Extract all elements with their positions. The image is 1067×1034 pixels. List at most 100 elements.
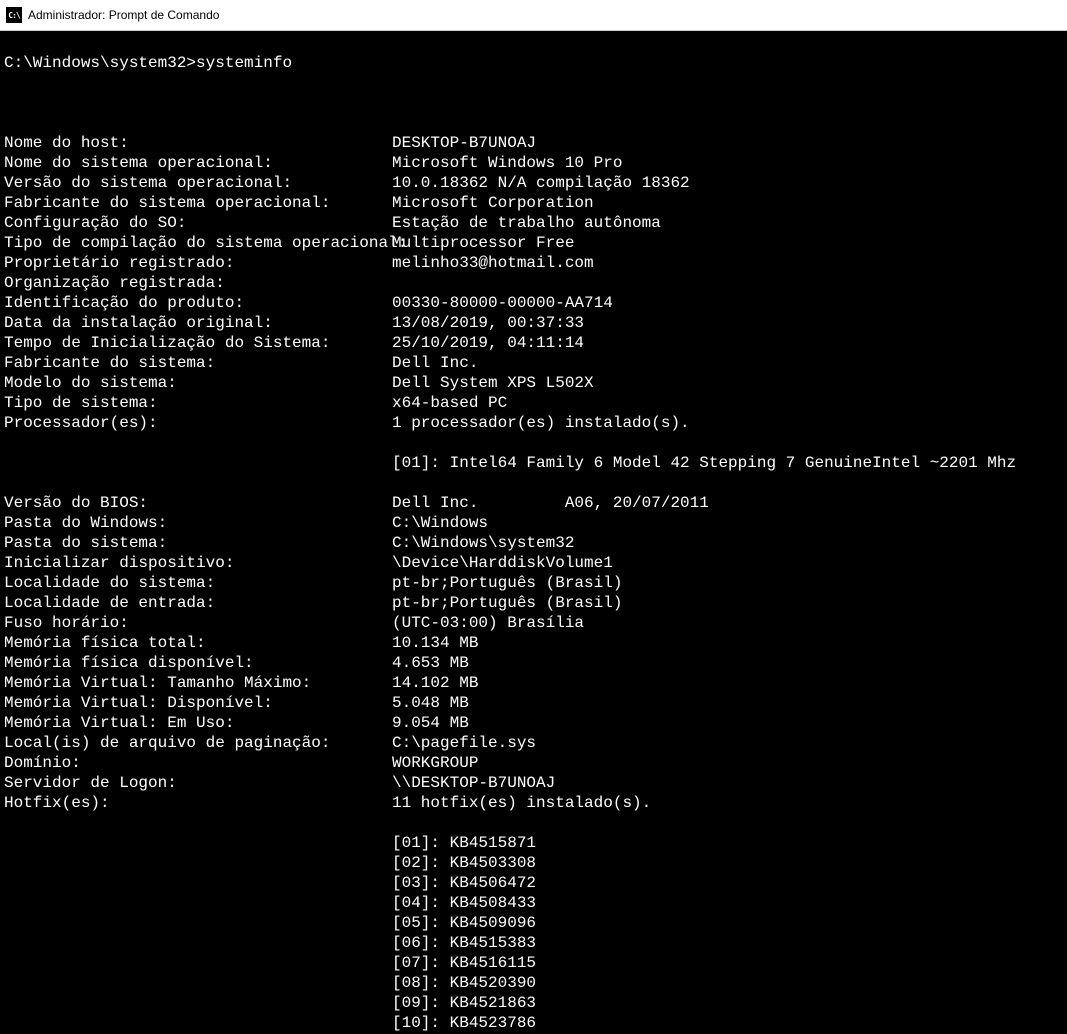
- field-row: Fuso horário:(UTC-03:00) Brasília: [4, 613, 1063, 633]
- field-label: Data da instalação original:: [4, 313, 392, 333]
- hotfix-line: [03]: KB4506472: [392, 873, 1063, 893]
- field-row: Nome do host:DESKTOP-B7UNOAJ: [4, 133, 1063, 153]
- field-value: C:\Windows\system32: [392, 533, 574, 553]
- field-row: Proprietário registrado:melinho33@hotmai…: [4, 253, 1063, 273]
- field-label: Memória Virtual: Tamanho Máximo:: [4, 673, 392, 693]
- field-value: 10.0.18362 N/A compilação 18362: [392, 173, 690, 193]
- field-label: Proprietário registrado:: [4, 253, 392, 273]
- field-row: Memória Virtual: Em Uso:9.054 MB: [4, 713, 1063, 733]
- field-value: 11 hotfix(es) instalado(s).: [392, 793, 651, 813]
- field-value: 4.653 MB: [392, 653, 469, 673]
- field-row: Localidade do sistema:pt-br;Português (B…: [4, 573, 1063, 593]
- field-value: Microsoft Corporation: [392, 193, 594, 213]
- hotfix-line: [02]: KB4503308: [392, 853, 1063, 873]
- field-row: Versão do BIOS:Dell Inc. A06, 20/07/2011: [4, 493, 1063, 513]
- field-label: Hotfix(es):: [4, 793, 392, 813]
- field-value: \\DESKTOP-B7UNOAJ: [392, 773, 555, 793]
- field-value: Microsoft Windows 10 Pro: [392, 153, 622, 173]
- field-value: 13/08/2019, 00:37:33: [392, 313, 584, 333]
- field-row: Inicializar dispositivo:\Device\Harddisk…: [4, 553, 1063, 573]
- processor-detail: [01]: Intel64 Family 6 Model 42 Stepping…: [392, 453, 1063, 473]
- field-value: 1 processador(es) instalado(s).: [392, 413, 690, 433]
- hotfix-line: [01]: KB4515871: [392, 833, 1063, 853]
- field-value: 9.054 MB: [392, 713, 469, 733]
- field-value: 5.048 MB: [392, 693, 469, 713]
- field-value: pt-br;Português (Brasil): [392, 593, 622, 613]
- field-value: 10.134 MB: [392, 633, 478, 653]
- field-label: Fabricante do sistema operacional:: [4, 193, 392, 213]
- field-label: Organização registrada:: [4, 273, 392, 293]
- field-row: Nome do sistema operacional:Microsoft Wi…: [4, 153, 1063, 173]
- window-title: Administrador: Prompt de Comando: [28, 8, 219, 22]
- field-row: Data da instalação original:13/08/2019, …: [4, 313, 1063, 333]
- hotfix-line: [10]: KB4523786: [392, 1013, 1063, 1033]
- field-label: Processador(es):: [4, 413, 392, 433]
- field-row: Tempo de Inicialização do Sistema:25/10/…: [4, 333, 1063, 353]
- field-row: Organização registrada:: [4, 273, 1063, 293]
- field-label: Inicializar dispositivo:: [4, 553, 392, 573]
- field-label: Domínio:: [4, 753, 392, 773]
- field-value: 14.102 MB: [392, 673, 478, 693]
- hotfix-line: [06]: KB4515383: [392, 933, 1063, 953]
- field-value: C:\pagefile.sys: [392, 733, 536, 753]
- field-value: Dell Inc. A06, 20/07/2011: [392, 493, 709, 513]
- field-row: Memória Virtual: Tamanho Máximo:14.102 M…: [4, 673, 1063, 693]
- field-label: Versão do sistema operacional:: [4, 173, 392, 193]
- field-label: Tempo de Inicialização do Sistema:: [4, 333, 392, 353]
- field-value: C:\Windows: [392, 513, 488, 533]
- field-label: Memória física total:: [4, 633, 392, 653]
- field-label: Nome do sistema operacional:: [4, 153, 392, 173]
- field-value: x64-based PC: [392, 393, 507, 413]
- field-value: Estação de trabalho autônoma: [392, 213, 661, 233]
- field-label: Nome do host:: [4, 133, 392, 153]
- field-row: Memória física total:10.134 MB: [4, 633, 1063, 653]
- field-value: 25/10/2019, 04:11:14: [392, 333, 584, 353]
- hotfix-line: [09]: KB4521863: [392, 993, 1063, 1013]
- field-label: Memória Virtual: Disponível:: [4, 693, 392, 713]
- field-row: Hotfix(es):11 hotfix(es) instalado(s).: [4, 793, 1063, 813]
- prompt-line: C:\Windows\system32>systeminfo: [4, 53, 1063, 73]
- hotfix-line: [08]: KB4520390: [392, 973, 1063, 993]
- terminal-output[interactable]: C:\Windows\system32>systeminfo Nome do h…: [0, 31, 1067, 1034]
- field-row: Domínio:WORKGROUP: [4, 753, 1063, 773]
- field-value: WORKGROUP: [392, 753, 478, 773]
- field-label: Localidade do sistema:: [4, 573, 392, 593]
- field-value: \Device\HarddiskVolume1: [392, 553, 613, 573]
- field-value: DESKTOP-B7UNOAJ: [392, 133, 536, 153]
- cmd-icon: C:\: [6, 7, 22, 23]
- field-value: pt-br;Português (Brasil): [392, 573, 622, 593]
- field-row: Memória física disponível:4.653 MB: [4, 653, 1063, 673]
- field-label: Fuso horário:: [4, 613, 392, 633]
- hotfix-line: [04]: KB4508433: [392, 893, 1063, 913]
- field-label: Localidade de entrada:: [4, 593, 392, 613]
- titlebar[interactable]: C:\ Administrador: Prompt de Comando: [0, 0, 1067, 31]
- field-label: Pasta do sistema:: [4, 533, 392, 553]
- field-label: Servidor de Logon:: [4, 773, 392, 793]
- field-value: Dell Inc.: [392, 353, 478, 373]
- hotfix-line: [07]: KB4516115: [392, 953, 1063, 973]
- window: C:\ Administrador: Prompt de Comando C:\…: [0, 0, 1067, 1034]
- field-row: Memória Virtual: Disponível:5.048 MB: [4, 693, 1063, 713]
- field-label: Tipo de compilação do sistema operaciona…: [4, 233, 392, 253]
- field-row: Versão do sistema operacional:10.0.18362…: [4, 173, 1063, 193]
- field-row: Configuração do SO:Estação de trabalho a…: [4, 213, 1063, 233]
- field-row: Modelo do sistema:Dell System XPS L502X: [4, 373, 1063, 393]
- field-row: Pasta do Windows:C:\Windows: [4, 513, 1063, 533]
- blank-line: [4, 93, 1063, 113]
- field-label: Configuração do SO:: [4, 213, 392, 233]
- field-row: Fabricante do sistema:Dell Inc.: [4, 353, 1063, 373]
- field-label: Tipo de sistema:: [4, 393, 392, 413]
- field-row: Tipo de compilação do sistema operaciona…: [4, 233, 1063, 253]
- field-label: Local(is) de arquivo de paginação:: [4, 733, 392, 753]
- field-value: Dell System XPS L502X: [392, 373, 594, 393]
- field-row: Local(is) de arquivo de paginação:C:\pag…: [4, 733, 1063, 753]
- field-label: Memória física disponível:: [4, 653, 392, 673]
- field-value: melinho33@hotmail.com: [392, 253, 594, 273]
- field-label: Modelo do sistema:: [4, 373, 392, 393]
- field-row: Processador(es):1 processador(es) instal…: [4, 413, 1063, 433]
- field-row: Fabricante do sistema operacional:Micros…: [4, 193, 1063, 213]
- field-label: Memória Virtual: Em Uso:: [4, 713, 392, 733]
- field-row: Identificação do produto:00330-80000-000…: [4, 293, 1063, 313]
- field-row: Localidade de entrada:pt-br;Português (B…: [4, 593, 1063, 613]
- hotfix-line: [05]: KB4509096: [392, 913, 1063, 933]
